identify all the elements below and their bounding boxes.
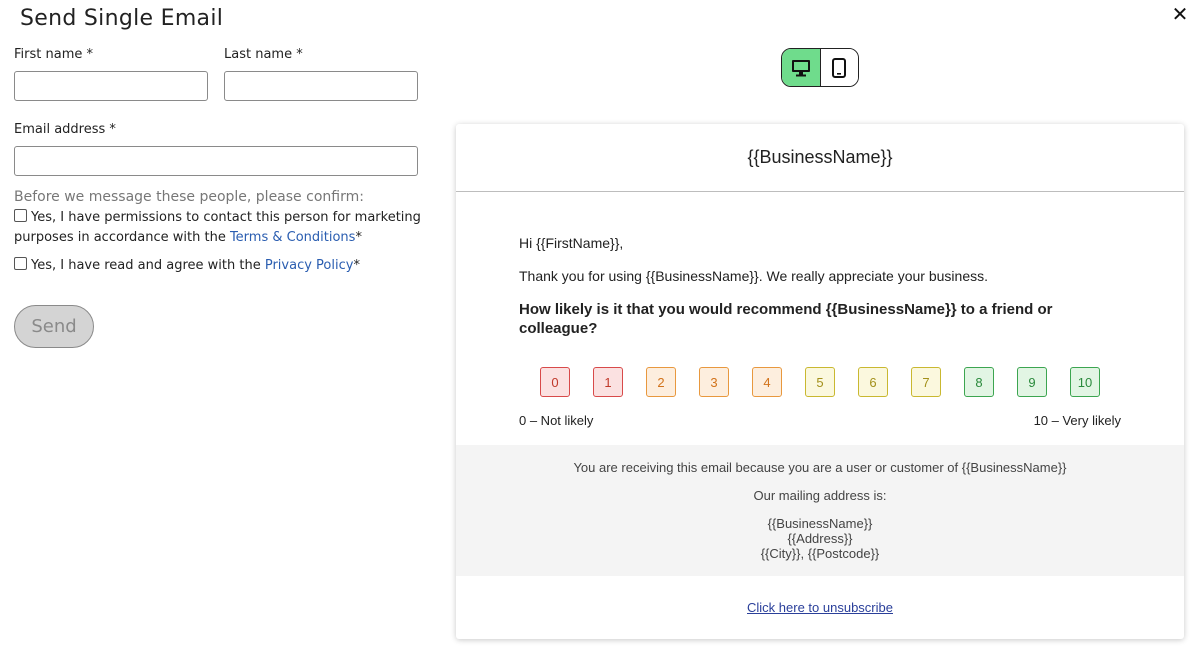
first-name-input[interactable] xyxy=(14,71,208,101)
last-name-input[interactable] xyxy=(224,71,418,101)
email-preview: {{BusinessName}} Hi {{FirstName}}, Thank… xyxy=(456,124,1184,639)
nps-score-0[interactable]: 0 xyxy=(540,367,570,397)
privacy-policy-link[interactable]: Privacy Policy xyxy=(265,258,354,273)
permission-confirm-row: Yes, I have permissions to contact this … xyxy=(14,208,424,248)
privacy-checkbox[interactable] xyxy=(14,257,27,270)
terms-link[interactable]: Terms & Conditions xyxy=(230,230,356,245)
nps-score-1[interactable]: 1 xyxy=(593,367,623,397)
desktop-icon xyxy=(791,59,810,76)
mobile-icon xyxy=(832,57,847,78)
last-name-label: Last name * xyxy=(224,47,303,62)
footer-mailing-label: Our mailing address is: xyxy=(753,488,887,503)
nps-score-3[interactable]: 3 xyxy=(699,367,729,397)
confirm-prompt: Before we message these people, please c… xyxy=(14,189,364,205)
nps-score-6[interactable]: 6 xyxy=(858,367,888,397)
dialog-title: Send Single Email xyxy=(20,6,224,31)
close-button[interactable]: ✕ xyxy=(1169,2,1191,26)
footer-address-line: {{City}}, {{Postcode}} xyxy=(760,546,880,561)
unsubscribe-link[interactable]: Click here to unsubscribe xyxy=(456,600,1184,615)
nps-score-2[interactable]: 2 xyxy=(646,367,676,397)
footer-address-line: {{BusinessName}} xyxy=(767,516,873,531)
email-greeting: Hi {{FirstName}}, xyxy=(519,235,624,251)
preview-device-toggle xyxy=(781,48,859,87)
nps-score-7[interactable]: 7 xyxy=(911,367,941,397)
send-button[interactable]: Send xyxy=(14,305,94,348)
nps-score-10[interactable]: 10 xyxy=(1070,367,1100,397)
nps-question: How likely is it that you would recommen… xyxy=(519,301,1053,337)
scale-high-label: 10 – Very likely xyxy=(1033,413,1121,428)
privacy-text: Yes, I have read and agree with the xyxy=(31,258,265,273)
email-input[interactable] xyxy=(14,146,418,176)
privacy-confirm-row: Yes, I have read and agree with the Priv… xyxy=(14,256,424,276)
desktop-preview-button[interactable] xyxy=(782,49,821,86)
nps-score-5[interactable]: 5 xyxy=(805,367,835,397)
required-asterisk: * xyxy=(355,230,362,245)
mobile-preview-button[interactable] xyxy=(820,49,858,86)
first-name-label: First name * xyxy=(14,47,93,62)
nps-score-row: 0 1 2 3 4 5 6 7 8 9 10 xyxy=(540,367,1100,397)
email-thanks-text: Thank you for using {{BusinessName}}. We… xyxy=(519,268,988,284)
close-icon: ✕ xyxy=(1171,2,1189,26)
nps-score-9[interactable]: 9 xyxy=(1017,367,1047,397)
footer-reason: You are receiving this email because you… xyxy=(573,460,1067,475)
nps-score-4[interactable]: 4 xyxy=(752,367,782,397)
nps-score-8[interactable]: 8 xyxy=(964,367,994,397)
email-label: Email address * xyxy=(14,122,116,137)
required-asterisk: * xyxy=(353,258,360,273)
email-footer: You are receiving this email because you… xyxy=(456,445,1184,576)
footer-address-line: {{Address}} xyxy=(787,531,853,546)
email-header: {{BusinessName}} xyxy=(456,124,1184,192)
permission-checkbox[interactable] xyxy=(14,209,27,222)
scale-low-label: 0 – Not likely xyxy=(519,413,594,428)
